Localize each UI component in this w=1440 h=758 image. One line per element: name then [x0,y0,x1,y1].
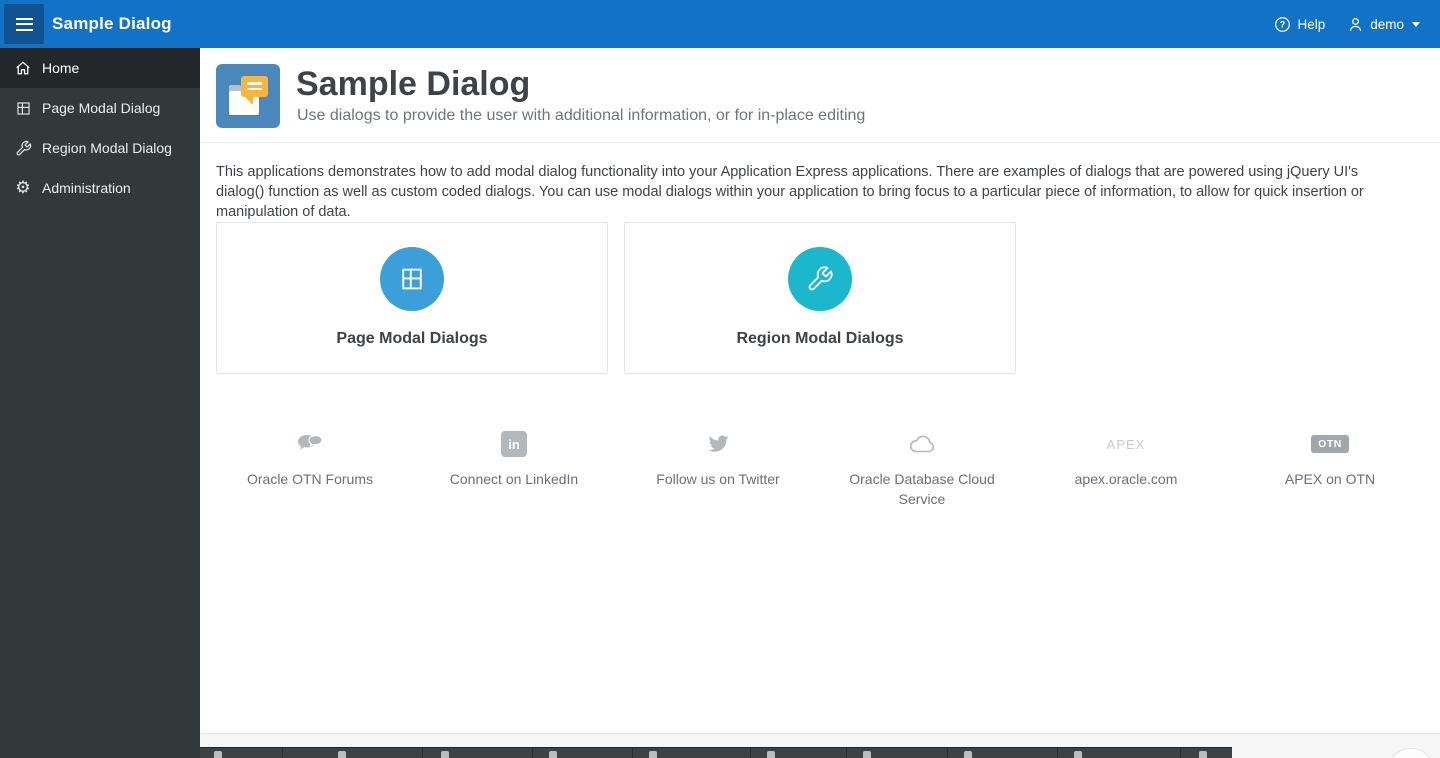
sidebar-item-label: Home [42,60,79,76]
sidebar-item-region-modal-dialog[interactable]: Region Modal Dialog [0,128,200,168]
linkedin-icon: in [501,428,527,460]
help-link[interactable]: ? Help [1274,16,1325,33]
link-label: APEX on OTN [1285,469,1375,489]
home-icon [13,58,33,78]
forum-icon [295,428,325,460]
card-region-modal-dialogs[interactable]: Region Modal Dialogs [624,222,1016,374]
sidebar-item-page-modal-dialog[interactable]: Page Modal Dialog [0,88,200,128]
wrench-icon [13,138,33,158]
link-apex-on-otn[interactable]: OTN APEX on OTN [1228,428,1432,509]
cloud-icon [907,428,937,460]
sidebar-item-home[interactable]: Home [0,48,200,88]
sidebar-item-label: Page Modal Dialog [42,100,160,116]
help-icon: ? [1274,16,1291,33]
card-label: Page Modal Dialogs [336,330,487,348]
chat-app-icon [216,64,280,128]
sidebar-item-administration[interactable]: ⚙ Administration [0,168,200,208]
help-label: Help [1297,17,1325,32]
link-follow-us-on-twitter[interactable]: Follow us on Twitter [616,428,820,509]
twitter-icon [705,428,731,460]
card-page-modal-dialogs[interactable]: Page Modal Dialogs [216,222,608,374]
svg-text:?: ? [1280,19,1285,29]
link-oracle-otn-forums[interactable]: Oracle OTN Forums [208,428,412,509]
link-label: Oracle OTN Forums [247,469,373,489]
topbar: Sample Dialog ? Help demo [0,0,1440,48]
person-icon [1347,16,1364,33]
sidebar: Home Page Modal Dialog Region Modal Dial… [0,48,200,758]
username: demo [1370,17,1404,32]
user-menu[interactable]: demo [1347,16,1420,33]
chevron-down-icon [1412,22,1420,27]
intro-text: This applications demonstrates how to ad… [216,162,1408,222]
main-content: Sample Dialog Use dialogs to provide the… [200,48,1440,733]
gear-icon: ⚙ [13,178,33,198]
grid-icon [380,247,444,311]
dev-toolbar-segment[interactable] [423,748,533,758]
link-label: Follow us on Twitter [656,469,779,489]
page-title: Sample Dialog [296,65,530,104]
topbar-right: ? Help demo [1274,16,1440,33]
sidebar-item-label: Region Modal Dialog [42,140,172,156]
dev-toolbar-segment[interactable] [1058,748,1181,758]
grid-icon [13,98,33,118]
wrench-icon [788,247,852,311]
otn-badge: OTN [1311,428,1349,460]
link-connect-on-linkedin[interactable]: in Connect on LinkedIn [412,428,616,509]
developer-toolbar [200,747,1232,758]
dev-toolbar-segment[interactable] [847,748,948,758]
card-label: Region Modal Dialogs [736,330,903,348]
hamburger-icon [16,18,33,31]
dev-toolbar-segment[interactable] [200,748,283,758]
link-label: apex.oracle.com [1075,469,1178,489]
page-header: Sample Dialog Use dialogs to provide the… [200,48,1440,143]
topbar-app-title: Sample Dialog [52,14,172,34]
apex-wordmark: APEX [1107,428,1146,460]
page-subtitle: Use dialogs to provide the user with add… [297,107,865,125]
dev-toolbar-segment[interactable] [283,748,423,758]
link-label: Connect on LinkedIn [450,469,578,489]
dev-toolbar-segment[interactable] [751,748,847,758]
dev-toolbar-segment[interactable] [1181,748,1232,758]
dev-toolbar-segment[interactable] [633,748,751,758]
nav-menu-button[interactable] [4,4,44,44]
footer-links: Oracle OTN Forums in Connect on LinkedIn… [208,428,1432,509]
link-label: Oracle Database Cloud Service [842,469,1002,509]
dev-toolbar-segment[interactable] [533,748,633,758]
link-apex-oracle-com[interactable]: APEX apex.oracle.com [1024,428,1228,509]
dev-toolbar-segment[interactable] [948,748,1058,758]
sidebar-item-label: Administration [42,180,131,196]
link-oracle-database-cloud-service[interactable]: Oracle Database Cloud Service [820,428,1024,509]
